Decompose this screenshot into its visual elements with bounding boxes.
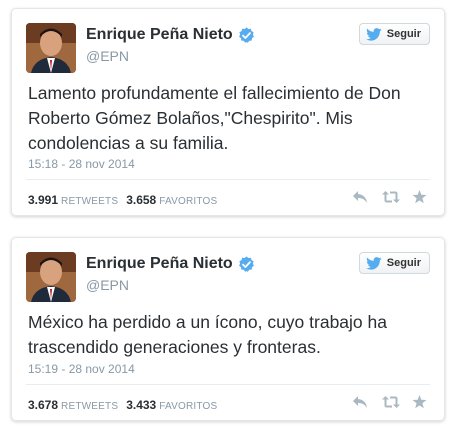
- avatar[interactable]: [26, 23, 76, 73]
- favorite-label[interactable]: FAVORITOS: [159, 196, 217, 207]
- retweet-icon[interactable]: [382, 190, 400, 204]
- user-handle[interactable]: @EPN: [86, 48, 255, 65]
- favorite-count[interactable]: 3.433: [126, 398, 156, 412]
- follow-label: Seguir: [386, 257, 421, 269]
- follow-button[interactable]: Seguir: [358, 23, 430, 45]
- retweet-label[interactable]: RETWEETS: [61, 401, 118, 412]
- tweet-card: Enrique Peña Nieto @EPN Seguir Lamento p…: [11, 8, 445, 216]
- tweet-actions: [338, 395, 428, 409]
- follow-button[interactable]: Seguir: [358, 252, 430, 274]
- twitter-bird-icon: [365, 27, 382, 41]
- verified-badge-icon: [238, 27, 255, 44]
- tweet-card: Enrique Peña Nieto @EPN Seguir México ha…: [11, 237, 445, 421]
- avatar[interactable]: [26, 252, 76, 302]
- user-info: Enrique Peña Nieto @EPN: [86, 25, 255, 65]
- tweet-text: Lamento profundamente el fallecimiento d…: [28, 83, 401, 153]
- reply-icon[interactable]: [352, 395, 368, 409]
- star-icon[interactable]: [412, 190, 428, 204]
- favorite-label[interactable]: FAVORITOS: [159, 401, 217, 412]
- star-icon[interactable]: [412, 395, 428, 409]
- tweet-stats: 3.678 RETWEETS 3.433 FAVORITOS: [28, 398, 225, 412]
- verified-badge-icon: [238, 256, 255, 273]
- divider: [26, 179, 430, 180]
- tweet-stats: 3.991 RETWEETS 3.658 FAVORITOS: [28, 193, 225, 207]
- twitter-bird-icon: [365, 256, 382, 270]
- user-info: Enrique Peña Nieto @EPN: [86, 254, 255, 294]
- retweet-count[interactable]: 3.991: [28, 193, 58, 207]
- retweet-count[interactable]: 3.678: [28, 398, 58, 412]
- tweet-timestamp[interactable]: 15:18 - 28 nov 2014: [28, 157, 135, 171]
- tweet-timestamp[interactable]: 15:19 - 28 nov 2014: [28, 362, 135, 376]
- user-name[interactable]: Enrique Peña Nieto: [86, 25, 233, 45]
- divider: [26, 384, 430, 385]
- retweet-icon[interactable]: [382, 395, 400, 409]
- favorite-count[interactable]: 3.658: [126, 193, 156, 207]
- user-handle[interactable]: @EPN: [86, 277, 255, 294]
- tweet-actions: [338, 190, 428, 204]
- follow-label: Seguir: [386, 28, 421, 40]
- reply-icon[interactable]: [352, 190, 368, 204]
- tweet-text: México ha perdido a un ícono, cuyo traba…: [28, 312, 387, 357]
- user-name[interactable]: Enrique Peña Nieto: [86, 254, 233, 274]
- retweet-label[interactable]: RETWEETS: [61, 196, 118, 207]
